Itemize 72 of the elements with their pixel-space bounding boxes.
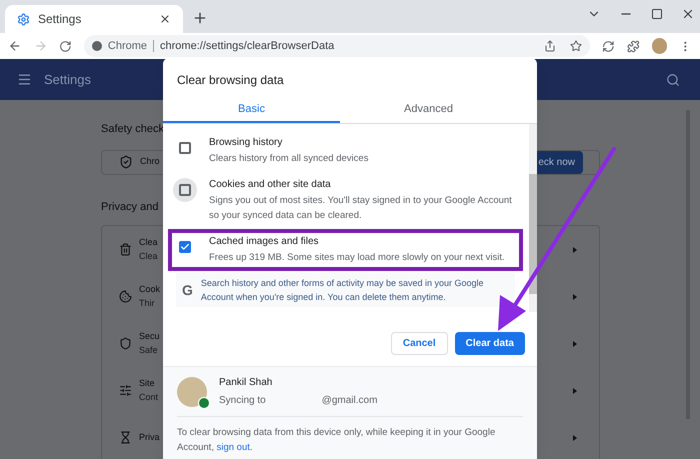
close-tab-icon[interactable] (159, 13, 171, 25)
sign-out-link[interactable]: sign out (216, 442, 250, 453)
extensions-icon[interactable] (627, 40, 640, 52)
sync-status: Syncing to (219, 394, 266, 408)
row-subtitle: Safe (139, 344, 158, 356)
row-title: Clea (139, 236, 158, 249)
cookie-icon (119, 290, 132, 303)
cancel-button[interactable]: Cancel (390, 332, 448, 355)
browser-tab[interactable]: Settings (5, 5, 183, 33)
trash-icon (119, 243, 132, 256)
hourglass-icon (119, 431, 132, 444)
checkbox[interactable] (179, 142, 191, 154)
profile-avatar[interactable] (652, 38, 668, 54)
notice-text: Search history and other forms of activity may be saved in your Google Account when you're signed in. You can delete them anytime. (200, 277, 485, 304)
option-row[interactable]: Cookies and other site data Signs you out of most sites. You'll stay signed in to your Google Account so your synced data can be cleared. (168, 172, 523, 229)
tab-title: Settings (38, 11, 82, 28)
maximize-icon[interactable] (651, 8, 663, 20)
site-label: Chrome (108, 38, 148, 54)
row-title: Priva (139, 430, 160, 444)
option-title: Cookies and other site data (209, 178, 331, 191)
highlighted-option-row[interactable]: Cached images and files Frees up 319 MB. Some sites may load more slowly on your next visit. (168, 229, 523, 271)
sync-icon[interactable] (602, 40, 616, 52)
url-text: chrome://settings/clearBrowserData (160, 38, 334, 54)
shield-icon (119, 337, 132, 350)
avatar (177, 376, 207, 406)
row-title: Site (139, 377, 155, 390)
option-description: Frees up 319 MB. Some sites may load more slowly on your next visit. (209, 251, 505, 265)
footer-text: To clear browsing data from this device only, while keeping it in your Google Account, sign out. (177, 426, 496, 455)
option-description: Signs you out of most sites. You'll stay signed in to your Google Account so your synced data can be cleared. (209, 194, 513, 223)
clear-data-button[interactable]: Clear data (454, 332, 525, 355)
back-icon[interactable] (8, 39, 22, 53)
dialog-tab[interactable]: Advanced (340, 97, 517, 123)
row-subtitle: Clea (139, 250, 158, 262)
section-title: Safety check (101, 122, 164, 137)
chevron-right-icon[interactable] (573, 340, 577, 346)
section-title: Privacy and (101, 200, 158, 214)
close-window-icon[interactable] (681, 7, 695, 21)
chevron-right-icon[interactable] (573, 434, 577, 440)
option-row[interactable]: Browsing history Clears history from all synced devices (168, 130, 523, 172)
row-title: Secu (139, 330, 160, 343)
sync-badge-icon (198, 396, 210, 408)
option-description: Clears history from all synced devices (209, 152, 368, 166)
bookmark-star-icon[interactable] (570, 40, 582, 52)
row-subtitle: Cont (139, 390, 158, 404)
check-icon (180, 242, 190, 252)
option-title: Browsing history (209, 136, 282, 149)
checkbox[interactable] (179, 184, 191, 196)
row-subtitle: Thir (139, 296, 154, 310)
share-icon[interactable] (544, 40, 556, 52)
sliders-icon (119, 384, 132, 397)
account-email: @gmail.com (322, 394, 378, 408)
checkbox[interactable] (179, 241, 191, 253)
shield-icon (119, 155, 133, 169)
row-title: Cook (139, 283, 160, 296)
dialog-tab[interactable]: Basic (163, 97, 340, 123)
dialog-scrollbar[interactable] (529, 124, 537, 312)
menu-icon[interactable] (17, 72, 32, 87)
google-g-icon: G (182, 281, 193, 299)
reload-icon[interactable] (59, 40, 72, 52)
chevron-right-icon[interactable] (573, 388, 577, 394)
gear-icon (17, 12, 30, 26)
new-tab-icon[interactable] (192, 10, 208, 26)
dialog-title: Clear browsing data (177, 72, 284, 89)
address-bar[interactable]: Chrome chrome://settings/clearBrowserData (84, 35, 590, 57)
account-name: Pankil Shah (219, 376, 272, 390)
chevron-right-icon[interactable] (573, 246, 577, 252)
search-icon[interactable] (666, 72, 680, 86)
card-text: Chro (140, 155, 160, 168)
site-info-icon[interactable] (92, 41, 102, 51)
option-title: Cached images and files (209, 235, 319, 248)
settings-title: Settings (44, 70, 91, 89)
chevron-right-icon[interactable] (573, 294, 577, 300)
